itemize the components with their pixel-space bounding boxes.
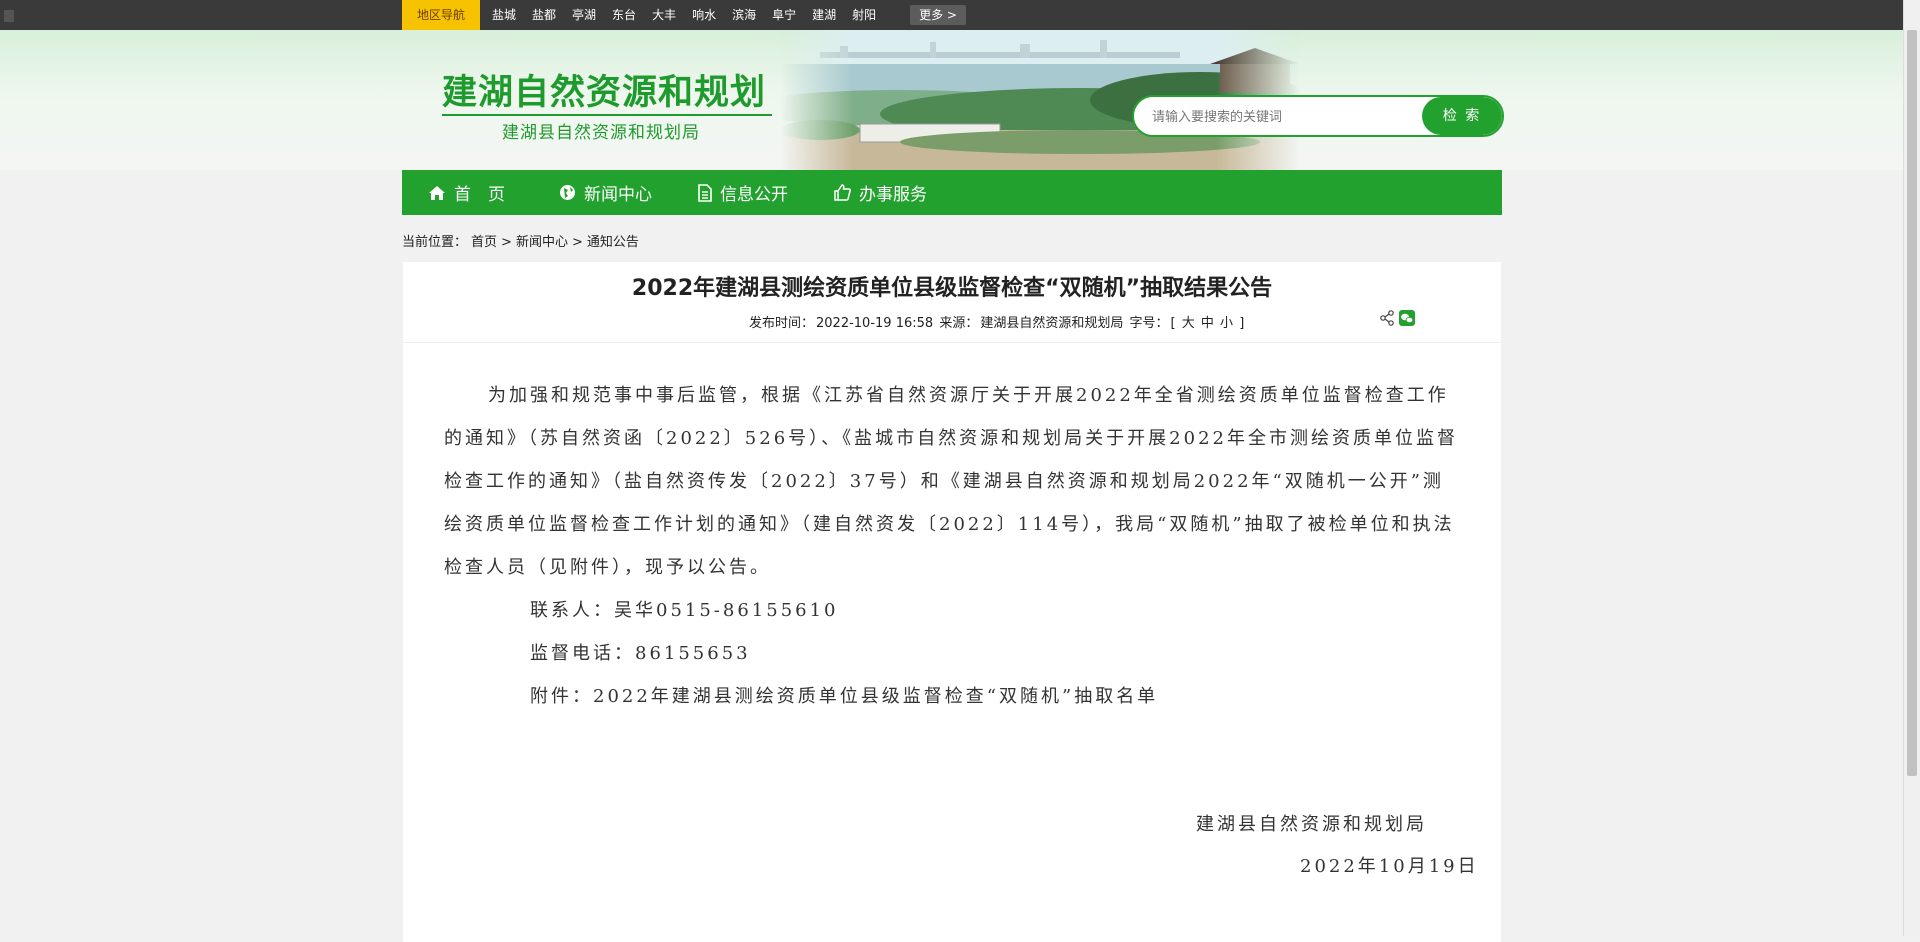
signature-date: 2022年10月19日 <box>1300 856 1479 877</box>
site-title: 建湖自然资源和规划 <box>442 73 767 113</box>
globe-icon <box>560 185 575 200</box>
nav-item-service[interactable]: 办事服务 <box>834 170 927 215</box>
font-size-large[interactable]: 大 <box>1182 316 1195 331</box>
region-link[interactable]: 阜宁 <box>772 0 796 30</box>
vertical-scrollbar[interactable] <box>1903 0 1920 936</box>
breadcrumb-separator: > <box>571 235 583 250</box>
font-size-medium[interactable]: 中 <box>1201 316 1214 331</box>
article-title: 2022年建湖县测绘资质单位县级监督检查“双随机”抽取结果公告 <box>631 276 1273 301</box>
share-icon[interactable] <box>1379 310 1395 326</box>
article-body: 为加强和规范事中事后监管，根据《江苏省自然资源厅关于开展2022年全省测绘资质单… <box>444 374 1464 718</box>
breadcrumb-label: 当前位置： <box>402 235 468 250</box>
window-corner-icon <box>4 10 14 22</box>
region-link[interactable]: 建湖 <box>812 0 836 30</box>
wechat-bubbles-icon <box>1401 313 1414 324</box>
breadcrumb-notice[interactable]: 通知公告 <box>587 235 639 250</box>
document-icon <box>698 183 712 202</box>
source-label: 来源： <box>939 316 979 331</box>
region-link[interactable]: 东台 <box>612 0 636 30</box>
region-link[interactable]: 亭湖 <box>572 0 596 30</box>
region-nav-bar: 地区导航 盐城 盐都 亭湖 东台 大丰 响水 滨海 阜宁 建湖 射阳 更多 > <box>0 0 1904 30</box>
site-subtitle: 建湖县自然资源和规划局 <box>502 123 700 143</box>
nav-item-news[interactable]: 新闻中心 <box>559 170 652 215</box>
search-button[interactable]: 检 索 <box>1422 97 1502 135</box>
font-size-label: 字号： <box>1129 316 1169 331</box>
nav-label: 新闻中心 <box>584 185 652 205</box>
breadcrumb-home[interactable]: 首页 <box>471 235 497 250</box>
article-meta: 发布时间： 2022-10-19 16:58 来源： 建湖县自然资源和规划局 字号：… <box>749 312 1246 331</box>
region-link[interactable]: 盐城 <box>492 0 516 30</box>
nav-item-home[interactable]: 首 页 <box>428 170 505 215</box>
wechat-share-icon[interactable] <box>1399 310 1415 326</box>
title-underline <box>442 114 772 116</box>
site-header: 建湖自然资源和规划 建湖县自然资源和规划局 检 索 <box>0 30 1904 170</box>
font-size-bracket: ] <box>1239 316 1245 331</box>
region-link[interactable]: 盐都 <box>532 0 556 30</box>
nav-label: 办事服务 <box>859 185 927 205</box>
search-box: 检 索 <box>1132 95 1504 137</box>
signature-org: 建湖县自然资源和规划局 <box>1196 814 1427 835</box>
search-input[interactable] <box>1150 97 1404 135</box>
breadcrumb-separator: > <box>501 235 512 250</box>
breadcrumb-news[interactable]: 新闻中心 <box>516 235 568 250</box>
home-icon <box>429 185 445 200</box>
breadcrumb: 当前位置： 首页 > 新闻中心 > 通知公告 <box>402 231 643 250</box>
publish-time-label: 发布时间： <box>749 316 815 331</box>
nav-item-info[interactable]: 信息公开 <box>698 170 788 215</box>
attachment-link[interactable]: 附件：2022年建湖县测绘资质单位县级监督检查“双随机”抽取名单 <box>444 675 1464 718</box>
article-paragraph: 为加强和规范事中事后监管，根据《江苏省自然资源厅关于开展2022年全省测绘资质单… <box>444 385 1458 578</box>
region-nav-label[interactable]: 地区导航 <box>402 0 480 30</box>
region-link[interactable]: 射阳 <box>852 0 876 30</box>
meta-divider <box>403 342 1501 343</box>
region-links: 盐城 盐都 亭湖 东台 大丰 响水 滨海 阜宁 建湖 射阳 <box>492 0 892 30</box>
thumbs-up-icon <box>834 184 851 201</box>
publish-time: 2022-10-19 16:58 <box>816 316 934 331</box>
contact-line: 联系人：吴华0515-86155610 <box>530 600 839 621</box>
more-regions-button[interactable]: 更多 > <box>910 5 966 25</box>
header-banner: 建湖自然资源和规划 建湖县自然资源和规划局 检 索 <box>402 30 1504 170</box>
region-link[interactable]: 大丰 <box>652 0 676 30</box>
phone-line: 监督电话：86155653 <box>530 643 751 664</box>
nav-label: 信息公开 <box>720 185 788 205</box>
region-link[interactable]: 滨海 <box>732 0 756 30</box>
region-link[interactable]: 响水 <box>692 0 716 30</box>
nav-label: 首 页 <box>454 185 505 205</box>
source-value: 建湖县自然资源和规划局 <box>980 316 1124 331</box>
main-nav: 首 页 新闻中心 信息公开 办事服务 <box>402 170 1502 215</box>
font-size-small[interactable]: 小 <box>1220 316 1233 331</box>
font-size-bracket: [ <box>1170 316 1176 331</box>
scrollbar-thumb[interactable] <box>1907 30 1917 776</box>
article-panel: 2022年建湖县测绘资质单位县级监督检查“双随机”抽取结果公告 发布时间： 202… <box>403 262 1501 942</box>
